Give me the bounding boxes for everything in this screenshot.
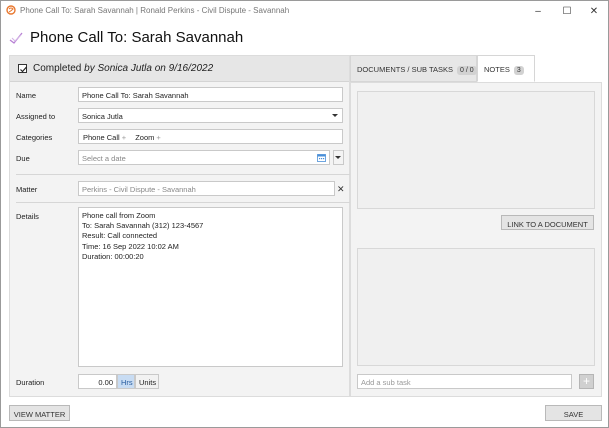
duration-label: Duration bbox=[16, 378, 45, 387]
due-dropdown-button[interactable] bbox=[333, 150, 344, 165]
details-label: Details bbox=[16, 212, 39, 221]
details-line: Duration: 00:00:20 bbox=[82, 251, 144, 261]
matter-input[interactable]: Perkins - Civil Dispute - Savannah bbox=[78, 181, 335, 196]
title-bar: Phone Call To: Sarah Savannah | Ronald P… bbox=[1, 1, 608, 21]
details-line: Phone call from Zoom bbox=[82, 211, 156, 220]
app-logo-icon bbox=[6, 5, 16, 15]
subtasks-list bbox=[357, 248, 595, 366]
save-button[interactable]: SAVE bbox=[545, 405, 602, 421]
assigned-to-value: Sonica Jutla bbox=[82, 112, 123, 121]
categories-label: Categories bbox=[16, 133, 53, 142]
divider bbox=[16, 174, 350, 175]
tab-documents-subtasks[interactable]: DOCUMENTS / SUB TASKS 0 / 0 bbox=[350, 55, 477, 82]
tab-notes-label: NOTES bbox=[484, 65, 510, 74]
task-details-panel: Completed by Sonica Jutla on 9/16/2022 N… bbox=[9, 55, 350, 397]
hours-unit-button[interactable]: Hrs bbox=[117, 374, 135, 389]
completed-text: Completed by Sonica Jutla on 9/16/2022 bbox=[33, 63, 213, 74]
assigned-to-select[interactable]: Sonica Jutla bbox=[78, 108, 343, 123]
chevron-down-icon bbox=[335, 156, 341, 159]
close-button[interactable]: ✕ bbox=[583, 3, 605, 19]
completed-bar: Completed by Sonica Jutla on 9/16/2022 bbox=[10, 56, 349, 82]
plus-icon: + bbox=[156, 133, 161, 142]
category-chip-label: Phone Call bbox=[83, 133, 120, 142]
due-label: Due bbox=[16, 154, 30, 163]
completed-checkbox[interactable] bbox=[18, 64, 27, 73]
page-title: Phone Call To: Sarah Savannah bbox=[30, 29, 244, 46]
details-textarea[interactable]: Phone call from Zoom To: Sarah Savannah … bbox=[78, 207, 343, 367]
tab-notes[interactable]: NOTES 3 bbox=[477, 55, 535, 82]
assigned-label: Assigned to bbox=[16, 112, 56, 121]
name-input[interactable]: Phone Call To: Sarah Savannah bbox=[78, 87, 343, 102]
documents-subtasks-panel: LINK TO A DOCUMENT Add a sub task + bbox=[350, 82, 602, 397]
due-date-placeholder: Select a date bbox=[82, 154, 126, 163]
minimize-button[interactable]: – bbox=[527, 3, 549, 19]
due-date-input[interactable]: Select a date bbox=[78, 150, 330, 165]
documents-list bbox=[357, 91, 595, 209]
completed-label: Completed bbox=[33, 63, 82, 74]
details-line: To: Sarah Savannah (312) 123-4567 bbox=[82, 221, 204, 231]
clear-matter-icon[interactable]: ✕ bbox=[337, 184, 345, 195]
name-label: Name bbox=[16, 91, 37, 100]
duration-input[interactable]: 0.00 bbox=[78, 374, 117, 389]
task-window: Phone Call To: Sarah Savannah | Ronald P… bbox=[0, 0, 609, 428]
tab-documents-label: DOCUMENTS / SUB TASKS bbox=[357, 65, 453, 74]
divider bbox=[16, 202, 350, 203]
categories-input[interactable]: Phone Call + Zoom + bbox=[78, 129, 343, 144]
maximize-button[interactable]: ☐ bbox=[556, 3, 578, 19]
view-matter-button[interactable]: VIEW MATTER bbox=[9, 405, 70, 421]
window-title: Phone Call To: Sarah Savannah | Ronald P… bbox=[20, 6, 290, 15]
notes-count-badge: 3 bbox=[513, 66, 524, 75]
subtask-input[interactable]: Add a sub task bbox=[357, 374, 572, 389]
details-line: Time: 16 Sep 2022 10:02 AM bbox=[82, 241, 179, 251]
matter-label: Matter bbox=[16, 185, 38, 194]
documents-count-badge: 0 / 0 bbox=[457, 66, 477, 75]
category-chip-label: Zoom bbox=[135, 133, 155, 142]
phone-task-icon bbox=[9, 32, 23, 44]
category-chip[interactable]: Zoom + bbox=[133, 133, 163, 142]
plus-icon: + bbox=[121, 133, 127, 142]
details-line: Result: Call connected bbox=[82, 231, 158, 241]
calendar-icon[interactable] bbox=[317, 153, 326, 162]
checkmark-icon bbox=[20, 66, 27, 73]
completed-by: by Sonica Jutla on 9/16/2022 bbox=[84, 63, 214, 74]
units-unit-button[interactable]: Units bbox=[135, 374, 159, 389]
link-document-button[interactable]: LINK TO A DOCUMENT bbox=[501, 215, 594, 230]
category-chip[interactable]: Phone Call + bbox=[81, 133, 128, 142]
add-subtask-button[interactable]: + bbox=[579, 374, 594, 389]
chevron-down-icon bbox=[332, 114, 338, 117]
